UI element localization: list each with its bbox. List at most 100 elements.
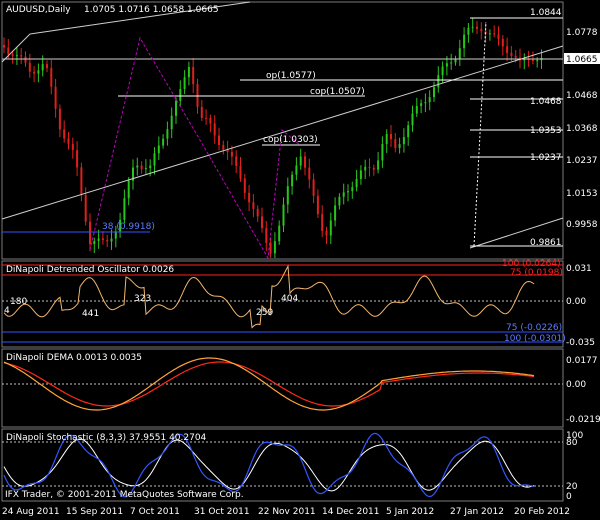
candle-body (20, 55, 23, 57)
candle-body (424, 102, 427, 104)
candle-body (7, 47, 10, 55)
svg-text:24 Aug 2011: 24 Aug 2011 (2, 507, 60, 517)
candle-body (428, 97, 431, 103)
candle-body (33, 71, 36, 74)
osc-annotation-404: 404 (281, 294, 298, 304)
candle-body (536, 60, 539, 62)
svg-text:22 Nov 2011: 22 Nov 2011 (258, 507, 316, 517)
dema-scale-bottom: -0.0219 (566, 415, 600, 425)
candle-body (140, 165, 143, 170)
oscillator-title: DiNapoli Detrended Oscillator 0.0026 (6, 265, 174, 275)
candle-body (355, 178, 358, 188)
candle-body (454, 58, 457, 63)
svg-text:14 Dec 2011: 14 Dec 2011 (322, 507, 380, 517)
candle-body (450, 62, 453, 64)
ohlc-values: 1.0705 1.0716 1.0658 1.0665 (84, 5, 219, 15)
svg-text:20 Feb 2012: 20 Feb 2012 (514, 507, 570, 517)
candle-body (480, 28, 483, 32)
candle-body (80, 167, 83, 195)
candle-body (458, 48, 461, 59)
candle-body (338, 196, 341, 206)
candle-body (402, 137, 405, 145)
osc-level-75-down: 75 (-0.0226) (506, 323, 562, 333)
candle-body (411, 113, 414, 126)
candle-body (420, 103, 423, 106)
svg-text:31 Oct 2011: 31 Oct 2011 (194, 507, 250, 517)
op-label: op(1.0577) (266, 71, 316, 81)
candle-body (316, 195, 319, 215)
candle-body (441, 66, 444, 76)
osc-scale-top: 0.031 (566, 264, 592, 274)
osc-scale-mid: 0.00 (566, 297, 586, 307)
osc-scale-bottom: -0.035 (566, 338, 595, 348)
candle-body (15, 55, 18, 57)
candle-body (157, 145, 160, 154)
svg-text:27 Jan 2012: 27 Jan 2012 (450, 507, 504, 517)
candle-body (342, 192, 345, 197)
copyright: IFX Trader, © 2001-2011 MetaQuotes Softw… (5, 490, 244, 500)
candle-body (291, 174, 294, 187)
candle-body (76, 150, 79, 168)
candle-body (230, 151, 233, 157)
osc-annotation-441: 441 (82, 309, 99, 319)
candle-body (179, 89, 182, 101)
candle-body (329, 220, 332, 236)
dema-scale-top: 0.0177 (566, 356, 598, 366)
candle-body (304, 156, 306, 168)
candle-body (347, 191, 349, 193)
level-1046: 1.0468 (530, 97, 562, 107)
candle-body (235, 156, 238, 166)
osc-annotation-323: 323 (134, 294, 151, 304)
svg-text:15 Sep 2011: 15 Sep 2011 (66, 507, 123, 517)
stoch-scale-80: 80 (566, 438, 578, 448)
candle-body (187, 67, 190, 78)
candle-body (170, 115, 173, 130)
candle-body (433, 87, 435, 98)
candle-body (200, 106, 203, 118)
candle-body (11, 54, 14, 56)
candle-body (71, 143, 74, 151)
candle-body (89, 221, 91, 245)
candle-body (385, 133, 388, 144)
candle-body (256, 208, 259, 217)
chart-window[interactable]: AUDUSD,Daily 1.0705 1.0716 1.0658 1.0665… (0, 0, 600, 520)
time-axis: 24 Aug 2011 15 Sep 2011 7 Oct 2011 31 Oc… (2, 507, 570, 517)
osc-annotation-259: 259 (256, 308, 273, 318)
candle-body (175, 100, 177, 116)
candle-body (67, 138, 70, 144)
stoch-scale-0: 0 (566, 492, 572, 502)
candle-body (476, 26, 478, 29)
svg-text:1.0778: 1.0778 (566, 28, 598, 38)
candle-body (28, 62, 31, 72)
candle-body (37, 70, 40, 74)
svg-text:1.0468: 1.0468 (566, 91, 598, 101)
candle-body (493, 33, 496, 35)
candle-body (41, 64, 44, 71)
candle-body (127, 180, 130, 199)
candle-body (54, 86, 57, 109)
candle-body (101, 238, 104, 241)
candle-body (162, 138, 165, 146)
candle-body (136, 165, 139, 168)
candle-body (282, 204, 285, 226)
candle-body (368, 166, 371, 168)
dema-title: DiNapoli DEMA 0.0013 0.0035 (6, 353, 142, 363)
candle-body (166, 129, 169, 139)
candle-body (463, 34, 466, 49)
candle-body (514, 55, 517, 58)
candle-body (390, 133, 392, 140)
stoch-scale-20: 20 (566, 482, 578, 492)
candle-body (3, 45, 5, 48)
stoch-title: DiNapoli Stochastic (8,3,3) 37.9551 40.2… (6, 433, 207, 443)
candle-body (58, 108, 61, 130)
svg-text:1.0368: 1.0368 (566, 124, 598, 134)
candle-body (243, 178, 246, 193)
svg-text:1.0153: 1.0153 (566, 189, 598, 199)
fib38-label: 38 (0.9918) (102, 222, 155, 232)
candle-body (265, 228, 268, 243)
candle-body (192, 67, 195, 85)
candle-body (252, 202, 255, 209)
candle-body (299, 156, 302, 166)
candle-body (467, 27, 470, 35)
candle-body (106, 240, 109, 242)
